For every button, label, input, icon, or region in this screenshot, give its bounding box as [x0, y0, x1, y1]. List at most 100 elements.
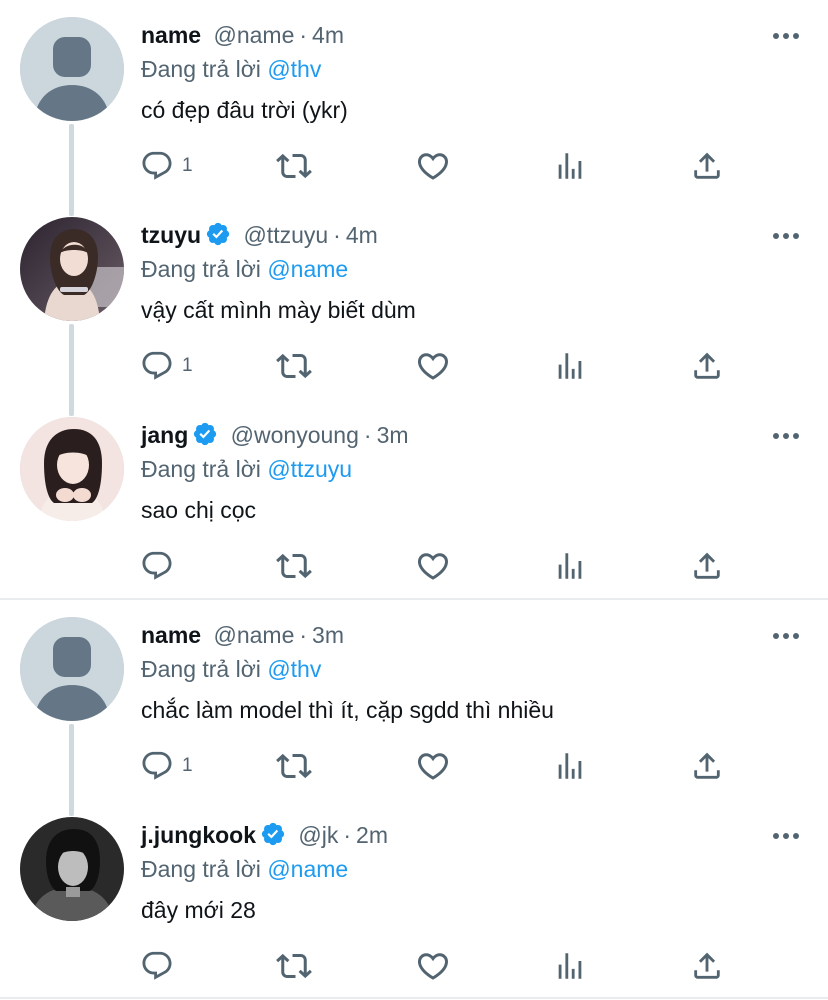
- replying-to-label: Đang trả lời: [141, 656, 261, 682]
- separator-dot: ·: [299, 622, 308, 648]
- share-button[interactable]: [690, 946, 724, 986]
- more-icon[interactable]: [770, 624, 802, 648]
- analytics-button[interactable]: [553, 746, 587, 786]
- mention-link[interactable]: @name: [267, 256, 348, 282]
- more-icon[interactable]: [770, 424, 802, 448]
- replying-to: Đang trả lời @thv: [141, 55, 321, 83]
- avatar[interactable]: [20, 417, 124, 521]
- more-icon[interactable]: [770, 224, 802, 248]
- mention-link[interactable]: @thv: [267, 56, 321, 82]
- analytics-button[interactable]: [553, 546, 587, 586]
- retweet-button[interactable]: [276, 746, 312, 786]
- reply-button[interactable]: 1: [140, 746, 193, 786]
- share-icon: [690, 749, 724, 783]
- retweet-button[interactable]: [276, 146, 312, 186]
- display-name[interactable]: name: [141, 22, 201, 48]
- reply-icon: [140, 149, 174, 183]
- handle[interactable]: @ttzuyu: [243, 222, 328, 248]
- analytics-button[interactable]: [553, 346, 587, 386]
- handle[interactable]: @jk: [298, 822, 338, 848]
- tweet-actions: 1: [0, 146, 828, 186]
- replying-to-label: Đang trả lời: [141, 56, 261, 82]
- separator-dot: ·: [333, 222, 341, 248]
- profile-photo: [20, 417, 124, 521]
- tweet[interactable]: name @name · 3m Đang trả lời @thv chắc làm…: [0, 600, 828, 816]
- analytics-icon: [553, 749, 587, 783]
- mention-link[interactable]: @ttzuyu: [267, 456, 352, 482]
- tweet-actions: [0, 546, 828, 586]
- tweet-actions: [0, 946, 828, 986]
- reply-icon: [140, 749, 174, 783]
- avatar[interactable]: [20, 817, 124, 921]
- bottom-divider: [0, 997, 828, 999]
- share-icon: [690, 149, 724, 183]
- replying-to: Đang trả lời @thv: [141, 655, 321, 683]
- analytics-button[interactable]: [553, 146, 587, 186]
- mention-link[interactable]: @thv: [267, 656, 321, 682]
- separator-dot: ·: [363, 422, 372, 448]
- retweet-button[interactable]: [276, 946, 312, 986]
- timestamp[interactable]: 2m: [356, 822, 388, 848]
- share-button[interactable]: [690, 146, 724, 186]
- tweet-actions: 1: [0, 346, 828, 386]
- like-button[interactable]: [415, 346, 451, 386]
- reply-icon: [140, 949, 174, 983]
- handle[interactable]: @name: [213, 622, 294, 648]
- analytics-icon: [553, 549, 587, 583]
- tweet[interactable]: jang @wonyoung · 3m Đang trả lời @ttzuyu s…: [0, 400, 828, 600]
- like-icon: [415, 548, 451, 584]
- default-avatar-icon: [20, 617, 124, 721]
- reply-button[interactable]: 1: [140, 146, 193, 186]
- display-name[interactable]: name: [141, 622, 201, 648]
- avatar[interactable]: [20, 17, 124, 121]
- tweet[interactable]: j.jungkook @jk · 2m Đang trả lời @name đây…: [0, 800, 828, 1000]
- display-name[interactable]: jang: [141, 422, 188, 448]
- more-icon[interactable]: [770, 824, 802, 848]
- like-button[interactable]: [415, 546, 451, 586]
- separator-dot: ·: [343, 822, 352, 848]
- reply-button[interactable]: 1: [140, 346, 193, 386]
- like-button[interactable]: [415, 746, 451, 786]
- reply-button[interactable]: [140, 546, 182, 586]
- verified-badge-icon: [260, 821, 286, 847]
- more-icon[interactable]: [770, 24, 802, 48]
- like-icon: [415, 148, 451, 184]
- analytics-icon: [553, 149, 587, 183]
- analytics-button[interactable]: [553, 946, 587, 986]
- retweet-icon: [276, 548, 312, 584]
- tweet-header: tzuyu @ttzuyu · 4m: [141, 221, 378, 249]
- retweet-button[interactable]: [276, 546, 312, 586]
- share-button[interactable]: [690, 346, 724, 386]
- timestamp[interactable]: 4m: [312, 22, 344, 48]
- reply-button[interactable]: [140, 946, 182, 986]
- like-icon: [415, 748, 451, 784]
- timestamp[interactable]: 4m: [346, 222, 378, 248]
- reply-count: 1: [182, 755, 193, 776]
- avatar[interactable]: [20, 217, 124, 321]
- tweet-text: đây mới 28: [141, 897, 256, 923]
- tweet-header: jang @wonyoung · 3m: [141, 421, 409, 449]
- verified-badge-icon: [192, 421, 218, 447]
- handle[interactable]: @name: [213, 22, 294, 48]
- reply-icon: [140, 549, 174, 583]
- tweet-header: name @name · 3m: [141, 621, 344, 649]
- timestamp[interactable]: 3m: [312, 622, 344, 648]
- handle[interactable]: @wonyoung: [231, 422, 359, 448]
- replying-to-label: Đang trả lời: [141, 456, 261, 482]
- retweet-button[interactable]: [276, 346, 312, 386]
- tweet[interactable]: name @name · 4m Đang trả lời @thv có đẹp đ…: [0, 0, 828, 216]
- tweet[interactable]: tzuyu @ttzuyu · 4m Đang trả lời @name vậy …: [0, 200, 828, 416]
- mention-link[interactable]: @name: [267, 856, 348, 882]
- display-name[interactable]: j.jungkook: [141, 822, 256, 848]
- profile-photo: [20, 217, 124, 321]
- analytics-icon: [553, 949, 587, 983]
- timestamp[interactable]: 3m: [377, 422, 409, 448]
- share-button[interactable]: [690, 746, 724, 786]
- retweet-icon: [276, 148, 312, 184]
- like-button[interactable]: [415, 946, 451, 986]
- tweet-actions: 1: [0, 746, 828, 786]
- share-button[interactable]: [690, 546, 724, 586]
- like-button[interactable]: [415, 146, 451, 186]
- avatar[interactable]: [20, 617, 124, 721]
- display-name[interactable]: tzuyu: [141, 222, 201, 248]
